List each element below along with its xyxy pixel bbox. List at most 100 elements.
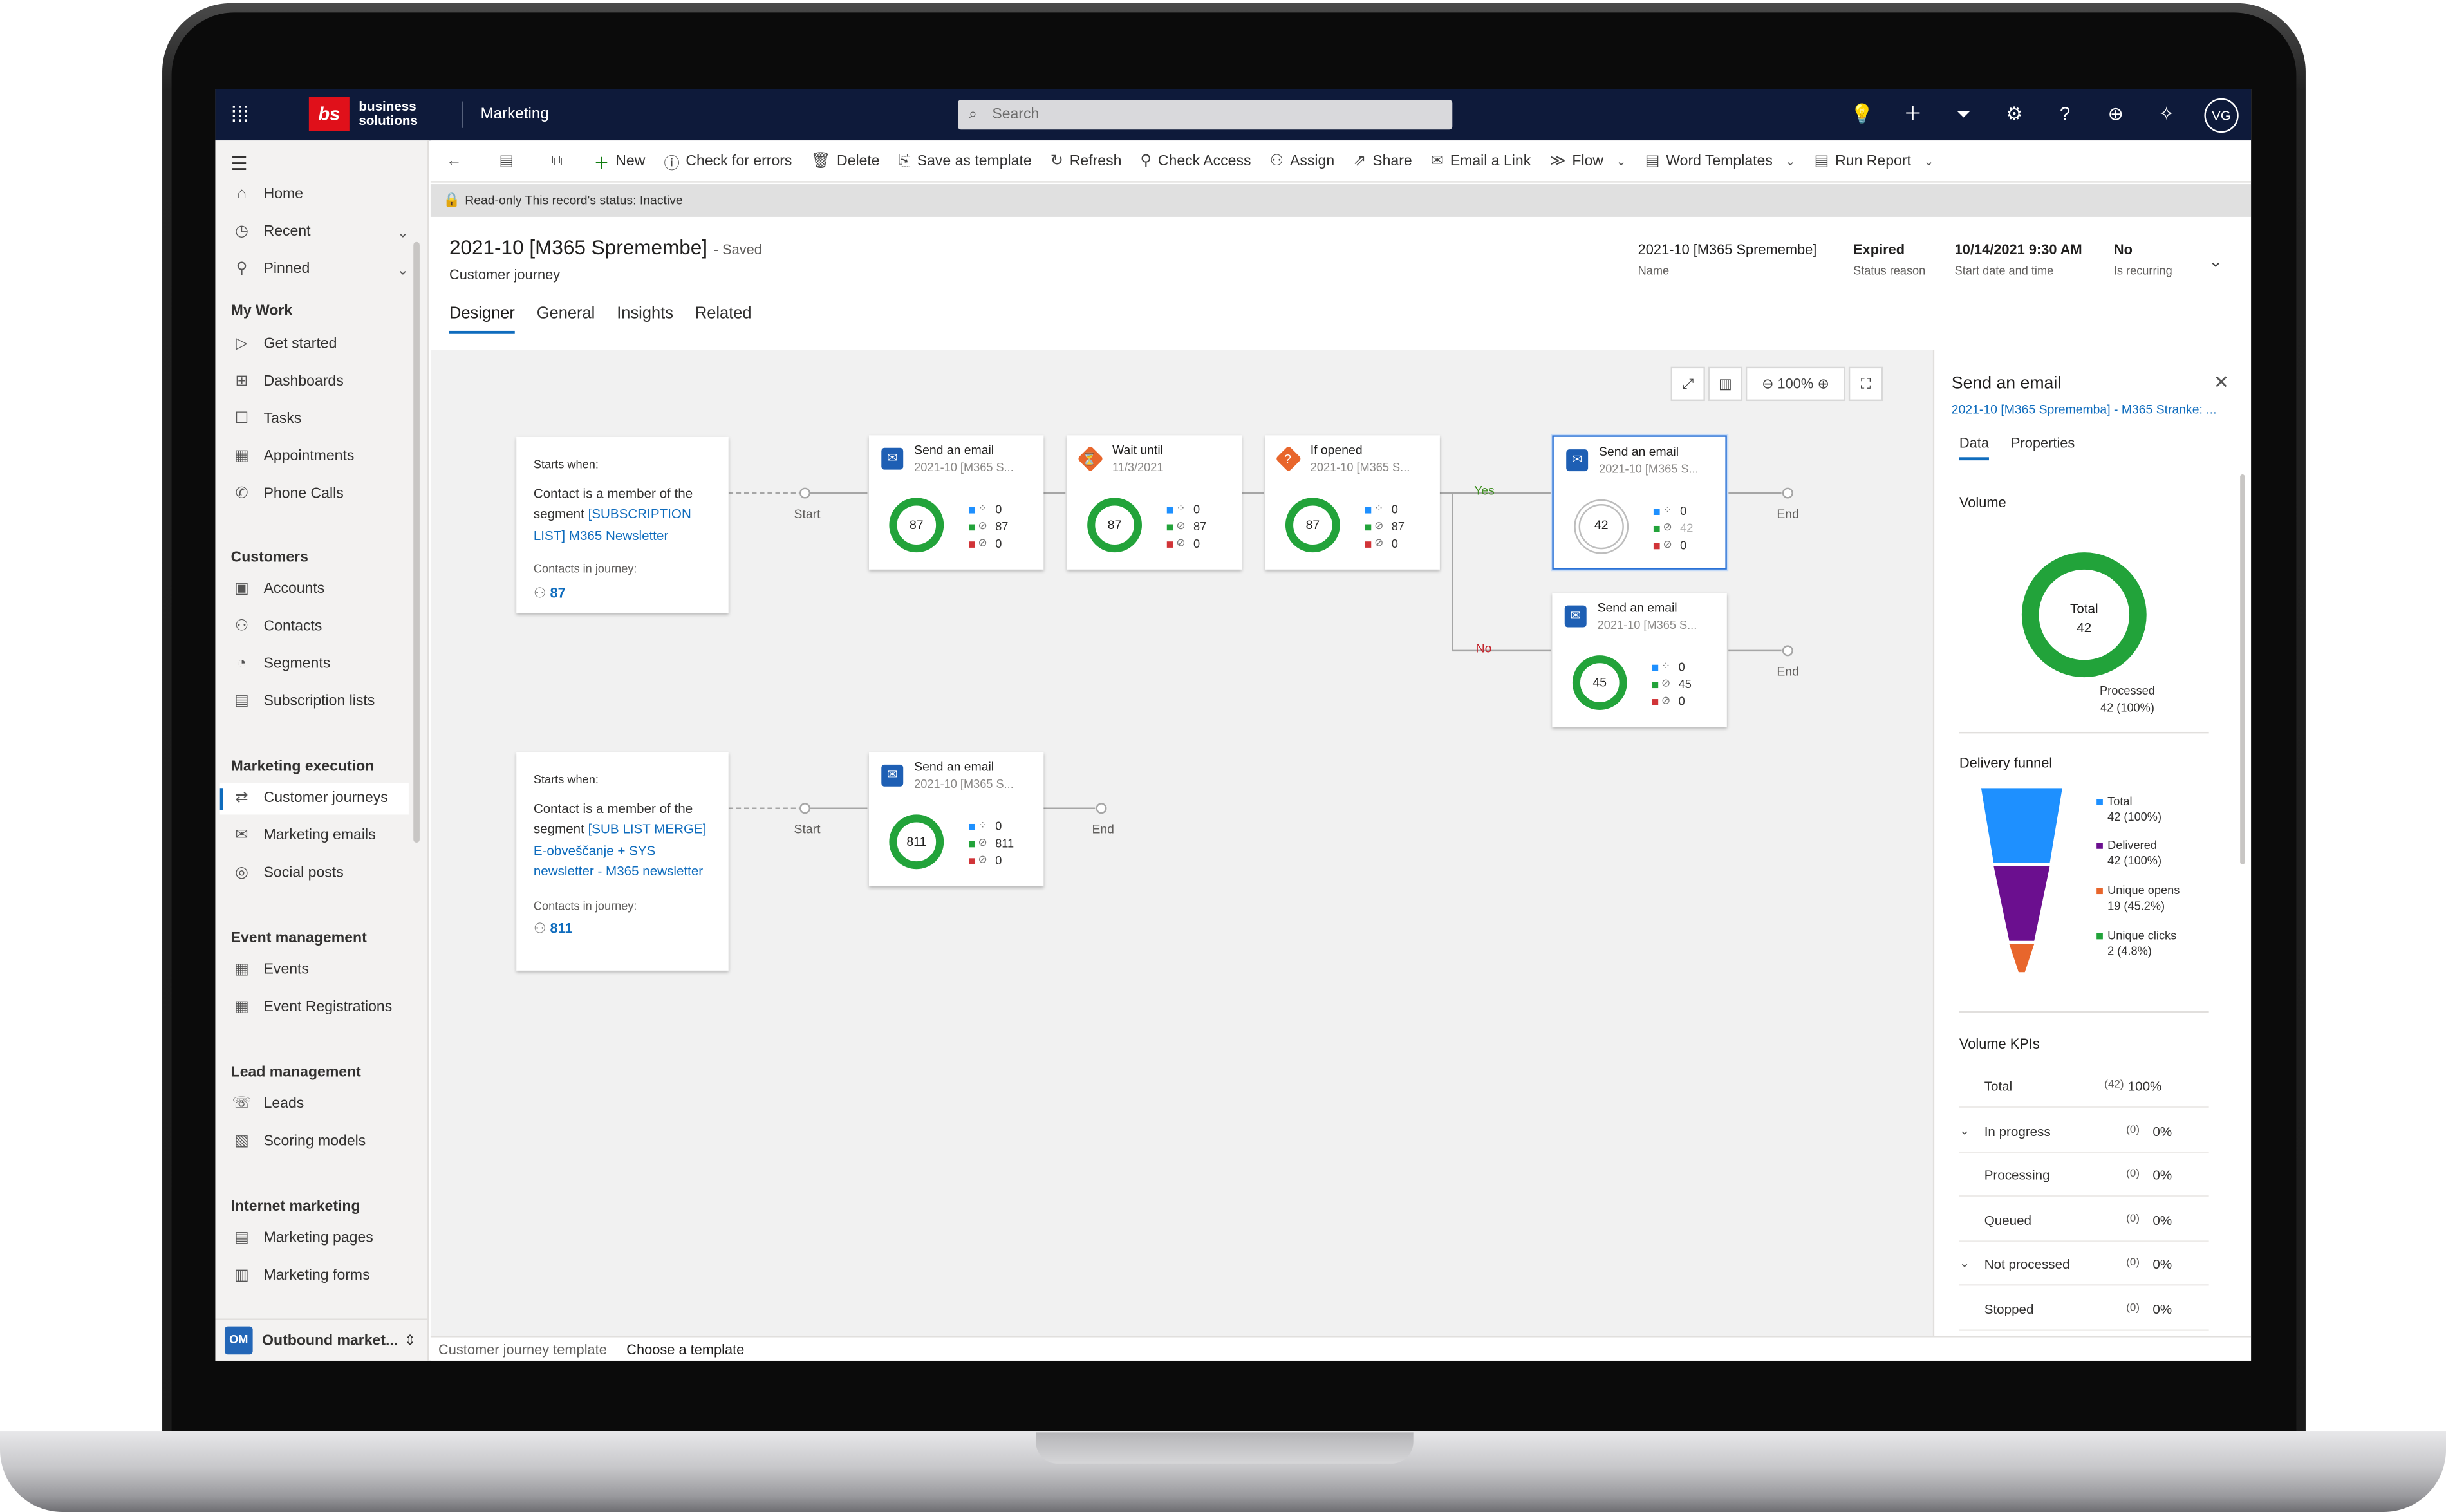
email-icon: ✉ (881, 764, 904, 787)
tab-insights[interactable]: Insights (617, 304, 673, 334)
expand-icon[interactable]: ⤢ (1670, 366, 1705, 402)
panel-scrollbar[interactable] (2240, 474, 2245, 865)
sidebar-item-phone-calls[interactable]: ✆ Phone Calls (231, 479, 418, 510)
tile-subtitle: 11/3/2021 (1112, 460, 1164, 474)
check-access-button[interactable]: ⚲ Check Access (1131, 140, 1260, 182)
journey-tile-wait-until[interactable]: ⏳ Wait until 11/3/2021 87 ⁘ 0 ⊘ 87 ⊘ 0 (1067, 435, 1242, 570)
chevron-down-icon[interactable]: ⌄ (1959, 1242, 1970, 1286)
sidebar-item-tasks[interactable]: ☐ Tasks (231, 404, 418, 435)
app-name[interactable]: Marketing (480, 106, 548, 124)
check-for-errors-button[interactable]: ⓘ Check for errors (655, 140, 801, 182)
flow-button[interactable]: ≫ Flow ⌄ (1540, 140, 1636, 182)
header-field-status-reason: Expired Status reason (1853, 242, 1925, 278)
chevron-down-icon[interactable]: ⌄ (397, 254, 409, 285)
hamburger-icon[interactable]: ☰ (231, 153, 248, 175)
volume-donut: Total 42 (2021, 552, 2147, 678)
share-button[interactable]: ⇗ Share (1344, 140, 1422, 182)
help-icon[interactable]: ? (2040, 98, 2091, 131)
popout-button[interactable]: ⧉ (536, 140, 584, 182)
fit-screen-icon[interactable]: ⛶ (1848, 366, 1883, 402)
sidebar-item-recent[interactable]: ◷ Recent ⌄ (231, 217, 418, 248)
lightbulb-icon[interactable]: 💡 (1837, 98, 1888, 131)
sidebar-item-social-posts[interactable]: ◎ Social posts (231, 858, 418, 889)
tab-designer[interactable]: Designer (449, 304, 515, 334)
save-as-template-button[interactable]: ⎘ Save as template (889, 140, 1041, 182)
tab-general[interactable]: General (537, 304, 595, 334)
phone-calls-icon: ✆ (235, 485, 248, 503)
word-templates-button[interactable]: ▤ Word Templates ⌄ (1636, 140, 1805, 182)
chevron-down-icon[interactable]: ⌄ (1616, 154, 1626, 168)
trigger-tile[interactable]: Starts when: Contact is a member of the … (516, 436, 729, 613)
kpi-row-in-progress[interactable]: ⌄ In progress (0) 0% (1959, 1108, 2209, 1153)
tile-subtitle: 2021-10 [M365 S... (914, 460, 1014, 474)
panel-subtitle-link[interactable]: 2021-10 [M365 Sprememba] - M365 Stranke:… (1952, 402, 2240, 416)
copilot-icon[interactable]: ✧ (2141, 98, 2192, 131)
trigger-tile[interactable]: Starts when: Contact is a member of the … (516, 752, 729, 971)
journey-tile-send-an-email[interactable]: ✉ Send an email 2021-10 [M365 S... 811 ⁘ 0 ⊘ 81… (868, 752, 1044, 886)
sidebar-item-marketing-forms[interactable]: ▥ Marketing forms (231, 1261, 418, 1292)
delete-button[interactable]: 🗑 Delete (801, 140, 889, 182)
zoom-in-icon[interactable]: ⊕ (1817, 376, 1829, 391)
sidebar-item-event-registrations[interactable]: ▦ Event Registrations (231, 993, 418, 1023)
journey-canvas[interactable]: ⤢ ▥ ⊖ 100% ⊕ ⛶ Starts when: Contact is a… (430, 350, 1933, 1336)
sidebar-item-get-started[interactable]: ▷ Get started (231, 330, 418, 360)
journey-tile-send-an-email[interactable]: ✉ Send an email 2021-10 [M365 S... 87 ⁘ 0 ⊘ 87 ⊘… (868, 435, 1044, 570)
blocked-icon: ⊘ (978, 855, 987, 866)
assign-button[interactable]: ⚇ Assign (1260, 140, 1344, 182)
plus-icon[interactable]: ＋ (1887, 98, 1938, 131)
subscription-lists-icon: ▤ (234, 693, 250, 711)
home-icon: ⌂ (237, 185, 247, 203)
sidebar-item-leads[interactable]: ☏ Leads (231, 1089, 418, 1120)
form-button[interactable]: ▤ (483, 140, 536, 182)
journey-tile-send-an-email[interactable]: ✉ Send an email 2021-10 [M365 S... 42 ⁘ 0 ⊘ 42 ⊘… (1552, 435, 1727, 570)
journey-tile-if-opened[interactable]: ? If opened 2021-10 [M365 S... 87 ⁘ 0 ⊘ 87 ⊘ 0 (1265, 435, 1440, 570)
email-a-link-button[interactable]: ✉ Email a Link (1421, 140, 1540, 182)
email-a-link-icon: ✉ (1430, 152, 1444, 170)
funnel-legend-delivered: Delivered 42 (100%) (2096, 838, 2161, 869)
zoom-out-icon[interactable]: ⊖ (1762, 376, 1773, 391)
sidebar-item-appointments[interactable]: ▦ Appointments (231, 442, 418, 472)
choose-template-link[interactable]: Choose a template (626, 1342, 744, 1358)
chevron-down-icon[interactable]: ⌄ (1923, 154, 1934, 168)
sidebar-item-customer-journeys[interactable]: ⇄ Customer journeys (219, 783, 409, 815)
tab-properties[interactable]: Properties (2011, 435, 2075, 460)
chevron-down-icon[interactable]: ⌄ (2208, 251, 2223, 272)
journey-tile-send-an-email[interactable]: ✉ Send an email 2021-10 [M365 S... 45 ⁘ 0 ⊘ 45 ⊘… (1552, 593, 1727, 727)
progress-icon: ⁘ (1661, 661, 1671, 673)
chevron-down-icon[interactable]: ⌄ (1785, 154, 1795, 168)
sidebar-item-dashboards[interactable]: ⊞ Dashboards (231, 367, 418, 398)
sidebar-item-subscription-lists[interactable]: ▤ Subscription lists (231, 687, 418, 718)
sidebar-item-home[interactable]: ⌂ Home (231, 180, 418, 210)
app-launcher-icon[interactable]: ⁞⁞⁞ (231, 103, 253, 125)
map-icon[interactable]: ▥ (1708, 366, 1743, 402)
contacts-count[interactable]: ⚇ 87 (534, 583, 713, 604)
sidebar-item-accounts[interactable]: ▣ Accounts (231, 574, 418, 605)
sidebar-item-marketing-emails[interactable]: ✉ Marketing emails (231, 821, 418, 852)
sidebar-item-pinned[interactable]: ⚲ Pinned ⌄ (231, 254, 418, 285)
sidebar-item-segments[interactable]: ◔ Segments (231, 649, 418, 680)
area-switcher[interactable]: OM Outbound market... ⇕ (215, 1318, 429, 1360)
run-report-button[interactable]: ▤ Run Report ⌄ (1805, 140, 1943, 182)
chevron-down-icon[interactable]: ⌄ (1959, 1108, 1970, 1152)
search-input[interactable]: ⌕ Search (958, 100, 1453, 130)
chevron-down-icon[interactable]: ⌄ (397, 217, 409, 248)
kpi-row-not-processed[interactable]: ⌄ Not processed (0) 0% (1959, 1242, 2209, 1286)
sidebar-scrollbar[interactable] (413, 241, 420, 843)
sidebar-item-contacts[interactable]: ⚇ Contacts (231, 611, 418, 642)
avatar[interactable]: VG (2204, 98, 2239, 133)
new-button[interactable]: ＋ New (584, 140, 655, 182)
refresh-button[interactable]: ↻ Refresh (1041, 140, 1131, 182)
filter-icon[interactable]: ⏷ (1938, 98, 1989, 131)
sidebar-item-events[interactable]: ▦ Events (231, 955, 418, 986)
back-button[interactable]: ← (431, 140, 483, 182)
close-icon[interactable]: ✕ (2214, 371, 2229, 393)
gear-icon[interactable]: ⚙ (1989, 98, 2040, 131)
contacts-count[interactable]: ⚇ 811 (534, 919, 713, 940)
sidebar-item-scoring-models[interactable]: ▧ Scoring models (231, 1126, 418, 1157)
tab-related[interactable]: Related (695, 304, 752, 334)
assist-icon[interactable]: ⊕ (2090, 98, 2141, 131)
sidebar-item-marketing-pages[interactable]: ▤ Marketing pages (231, 1224, 418, 1255)
tab-data[interactable]: Data (1959, 435, 1990, 461)
run-report-icon: ▤ (1814, 152, 1829, 170)
brand-logo[interactable]: bs business solutions (308, 97, 418, 131)
